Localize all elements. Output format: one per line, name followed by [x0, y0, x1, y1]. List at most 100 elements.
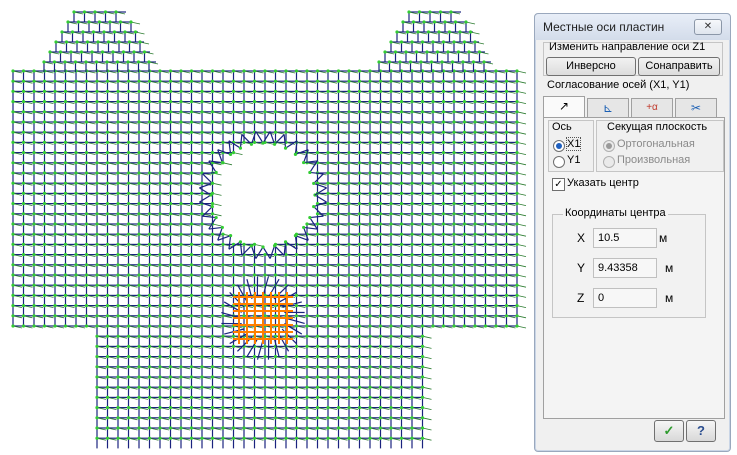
mesh-node	[179, 212, 183, 216]
mesh-node	[116, 140, 120, 144]
mesh-node	[116, 395, 120, 399]
mesh-node	[305, 69, 309, 73]
mesh-node	[273, 273, 278, 277]
mesh-node	[126, 191, 131, 195]
mesh-node	[42, 171, 47, 175]
mesh-node	[368, 293, 372, 297]
mesh-node	[378, 344, 383, 348]
mesh-node	[84, 222, 89, 226]
mesh-node	[284, 416, 288, 420]
mesh-node	[357, 212, 362, 216]
mesh-node	[11, 293, 15, 297]
mesh-node	[200, 181, 204, 185]
mesh-node	[179, 283, 183, 287]
mesh-node	[179, 151, 183, 155]
mesh-node	[95, 406, 99, 410]
mesh-node	[326, 253, 330, 257]
mesh-node	[11, 100, 15, 104]
mesh-node	[11, 181, 15, 185]
mesh-node	[305, 344, 309, 348]
mesh-node	[42, 181, 47, 185]
mesh-node	[53, 89, 57, 93]
mesh-node	[347, 89, 351, 93]
mesh-node	[189, 89, 194, 93]
mesh-node	[189, 253, 194, 257]
mesh-node	[158, 304, 162, 308]
mesh-node	[315, 304, 320, 308]
mesh-node	[11, 273, 15, 277]
mesh-node	[210, 253, 215, 257]
mesh-node	[221, 344, 225, 348]
mesh-node	[147, 324, 152, 328]
mesh-node	[126, 273, 131, 277]
mesh-node	[399, 365, 404, 369]
mesh-node	[305, 395, 309, 399]
mesh-node	[263, 79, 267, 83]
mesh-node	[116, 263, 120, 267]
mesh-node	[116, 212, 120, 216]
mesh-node	[95, 110, 99, 114]
mesh-node	[378, 130, 383, 134]
mesh-node	[95, 171, 99, 175]
mesh-node	[158, 191, 162, 195]
mesh-node	[221, 436, 225, 440]
mesh-node	[347, 212, 351, 216]
mesh-node	[273, 416, 278, 420]
mesh-node	[221, 406, 225, 410]
mesh-node	[32, 212, 36, 216]
mesh-node	[357, 110, 362, 114]
mesh-node	[305, 385, 309, 389]
mesh-node	[126, 436, 131, 440]
mesh-node	[105, 406, 110, 410]
mesh-node	[200, 436, 204, 440]
mesh-node	[399, 426, 404, 430]
mesh-node	[189, 344, 194, 348]
mesh-node	[378, 110, 383, 114]
mesh-node	[326, 293, 330, 297]
mesh-node	[147, 151, 152, 155]
mesh-node	[84, 130, 89, 134]
mesh-node	[179, 406, 183, 410]
mesh-node	[168, 161, 173, 165]
mesh-node	[305, 426, 309, 430]
mesh-node	[189, 130, 194, 134]
mesh-node	[147, 161, 152, 165]
mesh-node	[231, 283, 236, 287]
mesh-node	[336, 334, 341, 338]
mesh-node	[294, 416, 299, 420]
mesh-node	[189, 416, 194, 420]
mesh-node	[294, 69, 299, 73]
mesh-node	[347, 314, 351, 318]
mesh-node	[105, 395, 110, 399]
mesh-canvas[interactable]	[0, 0, 530, 455]
mesh-node	[147, 355, 152, 359]
mesh-node	[74, 202, 78, 206]
mesh-node	[11, 283, 15, 287]
mesh-node	[399, 314, 404, 318]
mesh-node	[242, 110, 246, 114]
mesh-node	[221, 334, 225, 338]
mesh-node	[179, 171, 183, 175]
mesh-node	[336, 395, 341, 399]
mesh-node	[347, 130, 351, 134]
mesh-node	[179, 202, 183, 206]
mesh-node	[200, 283, 204, 287]
mesh-node	[11, 263, 15, 267]
mesh-node	[189, 69, 194, 73]
mesh-node	[326, 232, 330, 236]
mesh-node	[84, 242, 89, 246]
mesh-node	[221, 293, 225, 297]
mesh-node	[158, 171, 162, 175]
mesh-node	[53, 181, 57, 185]
mesh-node	[378, 79, 383, 83]
mesh-node	[252, 406, 257, 410]
mesh-node	[126, 161, 131, 165]
mesh-node	[357, 344, 362, 348]
mesh-node	[42, 293, 47, 297]
mesh-node	[11, 140, 15, 144]
mesh-node	[294, 79, 299, 83]
mesh-node	[210, 242, 215, 246]
mesh-node	[95, 191, 99, 195]
mesh-node	[200, 191, 204, 195]
mesh-node	[126, 140, 131, 144]
